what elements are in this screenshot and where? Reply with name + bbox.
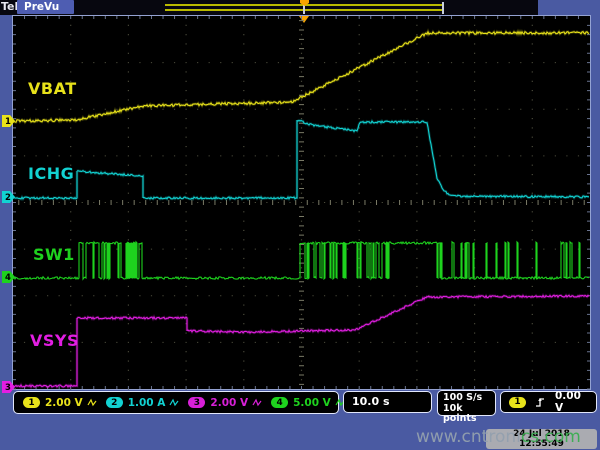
label-vbat: VBAT xyxy=(28,79,77,98)
graticule xyxy=(13,16,590,389)
channel-2-scale[interactable]: 1.00 A xyxy=(128,397,166,409)
trigger-readout[interactable]: 1 0.00 V xyxy=(500,391,597,413)
bandwidth-icon xyxy=(87,398,97,407)
svg-text:3: 3 xyxy=(5,383,11,393)
top-status-bar: Tek PreVu xyxy=(0,0,538,15)
acquisition-mode-badge: PreVu xyxy=(17,0,74,14)
channel-4-scale[interactable]: 5.00 V xyxy=(293,397,331,409)
channel-1-scale[interactable]: 2.00 V xyxy=(45,397,83,409)
channel-4-badge[interactable]: 4 xyxy=(271,397,288,408)
acquisition-readout: 100 S/s 10k points xyxy=(437,390,496,416)
sample-rate: 100 S/s xyxy=(443,393,495,404)
channel-readouts: 1 2.00 V 2 1.00 A 3 2.00 V 4 5.00 V xyxy=(13,391,339,414)
bandwidth-icon xyxy=(252,398,262,407)
channel-2-badge[interactable]: 2 xyxy=(106,397,123,408)
svg-text:2: 2 xyxy=(5,193,11,203)
trigger-source-badge: 1 xyxy=(509,397,526,408)
label-sw1: SW1 xyxy=(33,245,75,264)
record-length: 10k points xyxy=(443,404,495,425)
rising-edge-icon xyxy=(534,396,546,408)
label-vsys: VSYS xyxy=(30,331,79,350)
watermark: www.cntronics.com xyxy=(416,427,581,447)
trigger-level: 0.00 V xyxy=(555,390,588,414)
channel-3-scale[interactable]: 2.00 V xyxy=(210,397,248,409)
svg-text:4: 4 xyxy=(5,273,11,283)
label-ichg: ICHG xyxy=(28,164,74,183)
channel-3-badge[interactable]: 3 xyxy=(188,397,205,408)
channel-1-badge[interactable]: 1 xyxy=(23,397,40,408)
svg-text:1: 1 xyxy=(5,117,11,127)
record-window-right-bracket xyxy=(442,2,444,14)
oscilloscope-screen: { "header": { "logo": "Tek", "acq_mode":… xyxy=(0,0,600,450)
trigger-position-arrow-icon xyxy=(299,16,309,23)
timebase-readout[interactable]: 10.0 s xyxy=(343,391,432,413)
bandwidth-icon xyxy=(169,398,179,407)
